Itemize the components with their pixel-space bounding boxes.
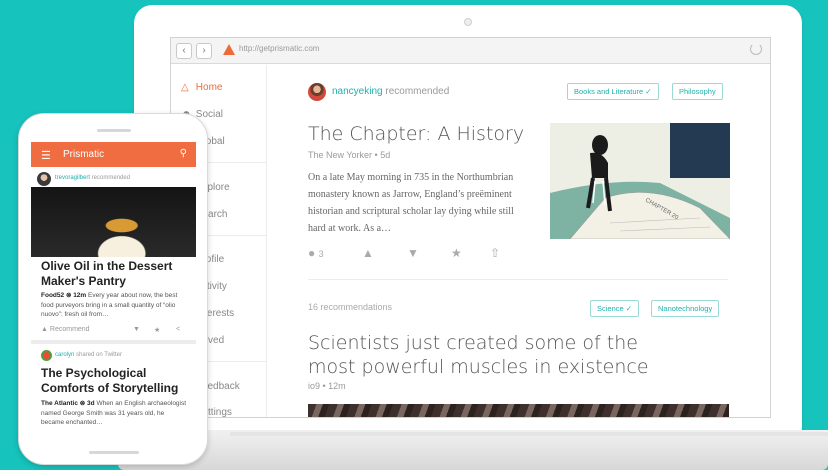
prismatic-icon: △ [181,82,189,93]
article-source[interactable]: The New Yorker [308,150,372,160]
article-age: 5d [380,150,391,160]
topic-tag[interactable]: Philosophy [672,83,723,100]
sidebar-item-label: Home [195,82,223,93]
thumbs-down-icon[interactable]: ▼ [133,326,140,333]
comment-icon: ● [308,246,316,260]
article-summary: Food52 ⊗ 12m Every year about now, the b… [41,291,189,320]
phone-speaker [97,129,131,132]
laptop-base [118,430,828,470]
avatar[interactable] [41,350,52,361]
avatar[interactable] [308,83,326,101]
article-meta: The New Yorker • 5d [308,150,391,160]
app-bar: ☰ Prismatic ⚲ [31,142,196,167]
laptop-camera [464,18,472,26]
comment-button[interactable]: ● 3 [308,246,324,260]
article-meta: io9 • 12m [308,381,346,391]
article-image[interactable] [31,187,196,257]
recommend-label: Recommend [49,326,90,333]
article-age: ⊗ 12m [65,292,87,299]
reload-icon[interactable] [750,43,762,55]
shared-text: shared on Twitter [76,352,122,358]
forward-icon[interactable]: › [196,43,212,59]
recommend-button[interactable]: ▲ Recommend [41,326,90,333]
phone-home-indicator [89,451,139,454]
menu-icon[interactable]: ☰ [41,149,51,162]
thumbs-up-icon[interactable]: ▲ [362,246,374,260]
avatar[interactable] [37,172,51,186]
article-age: ⊗ 3d [79,400,95,407]
article-title[interactable]: Scientists just created some of the most… [308,331,688,379]
article-title[interactable]: The Chapter: A History [308,123,524,145]
back-icon[interactable]: ‹ [176,43,192,59]
recommended-text: recommended [91,175,131,181]
search-icon[interactable]: ⚲ [180,148,187,159]
phone-screen: ☰ Prismatic ⚲ trevoragilbert recommended… [31,142,196,445]
article-summary: The Atlantic ⊗ 3d When an English archae… [41,399,189,428]
recommendation-line: trevoragilbert recommended [55,175,130,181]
app-title: Prismatic [63,149,105,160]
recommendation-line: nancyeking recommended [332,86,449,97]
prismatic-logo-icon [223,44,235,55]
topic-tag[interactable]: Books and Literature ✓ [567,83,659,100]
article-age: 12m [328,381,346,391]
sidebar-item-home[interactable]: △ Home [181,82,222,93]
sidebar-item-label: Social [195,109,224,120]
star-icon[interactable]: ★ [451,246,462,260]
browser-toolbar: ‹ › http://getprismatic.com [171,38,770,64]
topic-tag[interactable]: Nanotechnology [651,300,720,317]
recommender-link[interactable]: trevoragilbert [55,175,90,181]
share-icon[interactable]: ⇧ [490,246,500,260]
thumbs-down-icon[interactable]: ▼ [407,246,419,260]
share-line: carolyn shared on Twitter [55,352,122,358]
article-title[interactable]: Olive Oil in the Dessert Maker's Pantry [41,259,191,289]
thumbs-up-icon: ▲ [41,326,48,333]
chapter-illustration: CHAPTER 20 [550,123,730,239]
article-image[interactable] [308,404,729,417]
card-divider [31,340,196,344]
browser-window: ‹ › http://getprismatic.com △ Home ☻ Soc… [170,37,771,418]
share-icon[interactable]: < [176,326,180,333]
article-image[interactable]: CHAPTER 20 [550,123,730,239]
sharer-link[interactable]: carolyn [55,352,74,358]
article-title[interactable]: The Psychological Comforts of Storytelli… [41,366,191,396]
star-icon[interactable]: ★ [154,326,160,334]
recommender-link[interactable]: nancyeking [332,86,383,97]
article-source[interactable]: io9 [308,381,320,391]
card-divider [308,279,728,280]
topic-tag[interactable]: Science ✓ [590,300,640,317]
recommendation-count: 16 recommendations [308,302,393,312]
feed: nancyeking recommended Books and Literat… [268,65,770,417]
recommended-text: recommended [385,86,450,97]
article-source[interactable]: Food52 [41,292,64,299]
address-bar[interactable]: http://getprismatic.com [239,44,319,53]
laptop-base-edge [230,432,828,436]
comment-count: 3 [318,249,324,259]
phone-frame: ☰ Prismatic ⚲ trevoragilbert recommended… [18,113,208,465]
article-excerpt: On a late May morning in 735 in the Nort… [308,172,514,234]
article-source[interactable]: The Atlantic [41,400,78,407]
